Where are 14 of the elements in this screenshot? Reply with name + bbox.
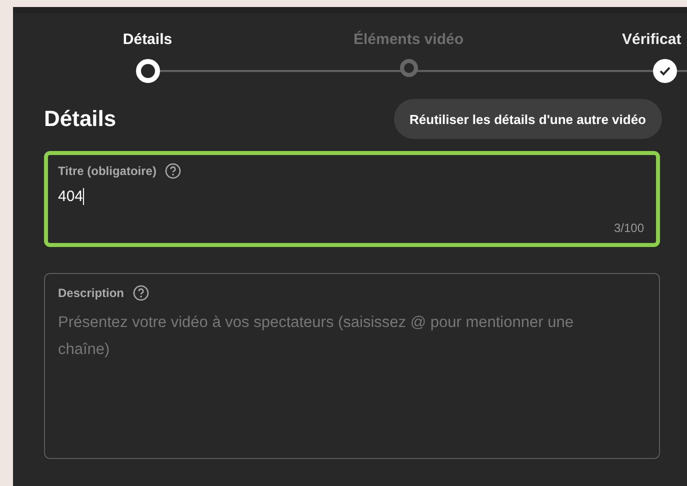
description-field[interactable]: Description Présentez votre vidéo à vos spectateurs (saisissez @ pour mentionner une chaîne)	[44, 273, 660, 459]
character-counter: 3/100	[614, 221, 644, 235]
step-label[interactable]: Détails	[122, 31, 172, 48]
help-icon[interactable]	[133, 285, 150, 301]
help-icon[interactable]	[165, 163, 182, 179]
section-heading: Détails	[44, 106, 116, 132]
step-label[interactable]: Vérificat	[622, 31, 682, 48]
reuse-details-button[interactable]: Réutiliser les détails d'une autre vidéo	[394, 99, 662, 139]
field-value: 404	[58, 188, 84, 205]
title-field[interactable]: Titre (obligatoire) 404 3/100	[44, 151, 660, 247]
field-label: Description	[58, 286, 124, 300]
field-label: Titre (obligatoire)	[58, 164, 156, 178]
field-placeholder: Présentez votre vidéo à vos spectateurs (saisissez @ pour mentionner une chaîne)	[58, 313, 574, 360]
text-cursor	[83, 188, 84, 205]
